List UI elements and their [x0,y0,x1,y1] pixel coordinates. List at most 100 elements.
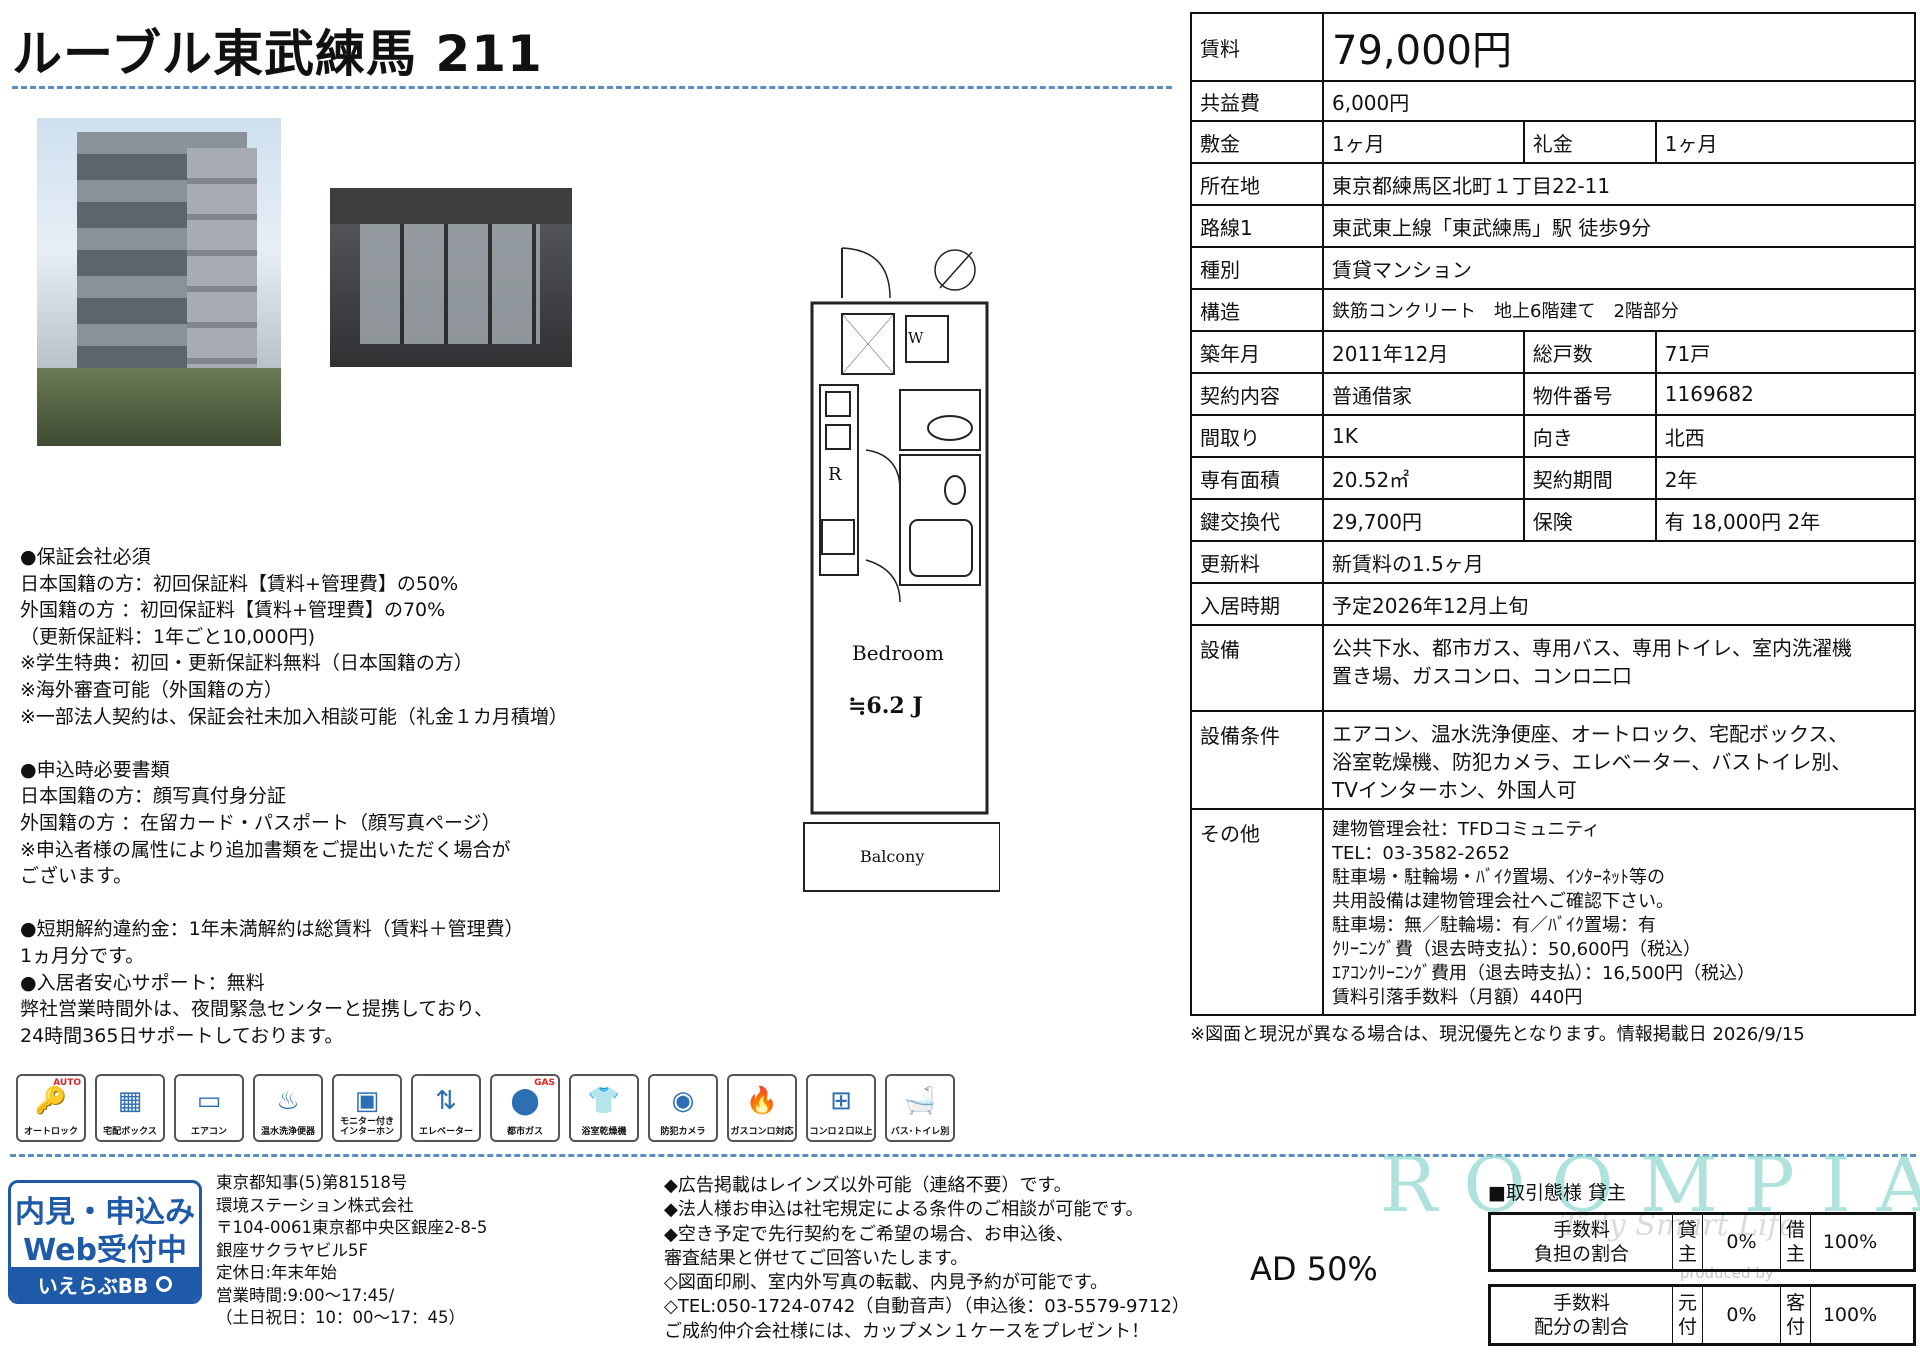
property-spec-table: 賃料 79,000円 共益費 6,000円 敷金 1ヶ月 礼金 1ヶ月 所在地 … [1190,12,1917,1016]
conditions-value: エアコン、温水洗浄便座、オートロック、宅配ボックス、 浴室乾燥機、防犯カメラ、エ… [1322,710,1916,810]
source-agent-percent: 0% [1703,1287,1781,1343]
search-icon [156,1276,173,1292]
tenant-label: 借 主 [1781,1215,1811,1269]
gas-flame-icon: 🔥 [745,1086,779,1116]
amenity-tile: ⊞ コンロ２口以上 [806,1074,876,1142]
trade-type-title: ■取引態様 貸主 [1488,1182,1626,1204]
type-label: 種別 [1190,246,1324,290]
client-agent-percent: 100% [1822,1304,1878,1326]
route-label: 路線1 [1190,204,1324,248]
ierabu-bar: いえらぶBB [11,1267,199,1301]
amenity-label: エレベーター [418,1127,473,1137]
layout-label: 間取り [1190,414,1324,458]
fee-burden-table: 手数料 負担の割合 貸 主 0% 借 主 100% [1488,1212,1916,1272]
units-label: 総戸数 [1522,330,1657,374]
built-label: 築年月 [1190,330,1324,374]
air-conditioner-icon: ▭ [196,1086,222,1116]
structure-value: 鉄筋コンクリート 地上6階建て 2階部分 [1322,288,1916,332]
period-label: 契約期間 [1522,456,1657,500]
area-value: 20.52㎡ [1322,456,1525,500]
amenity-label: モニター付き インターホン [339,1117,394,1137]
amenity-label: オートロック [23,1127,78,1137]
client-agent-label: 客 付 [1781,1287,1811,1343]
amenity-label: 都市ガス [506,1127,543,1137]
amenity-label: 温水洗浄便器 [260,1127,315,1137]
washer-label: W [908,329,924,347]
contract-value: 普通借家 [1322,372,1525,416]
fee-burden-label: 手数料 負担の割合 [1491,1215,1673,1269]
guarantee-and-application-notes: ●保証会社必須 日本国籍の方：初回保証料【賃料+管理費】の50% 外国籍の方 ：… [20,546,568,1047]
layout-value: 1K [1322,414,1525,458]
amenity-tile: ♨ 温水洗浄便器 [253,1074,323,1142]
tenant-percent: 100% [1822,1231,1878,1253]
deposit-label: 敷金 [1190,120,1324,164]
bath-toilet-icon: 🛁 [903,1086,937,1116]
landlord-percent: 0% [1703,1215,1781,1269]
bedroom-label: Bedroom [852,641,944,665]
area-label: 専有面積 [1190,456,1324,500]
conditions-label: 設備条件 [1190,710,1324,810]
amenity-tile: ▭ エアコン [174,1074,244,1142]
landlord-label: 貸 主 [1673,1215,1703,1269]
amenity-label: バス･トイレ別 [890,1127,950,1137]
property-no-value: 1169682 [1654,372,1917,416]
amenity-tile: ⇅ エレベーター [411,1074,481,1142]
key-exchange-value: 29,700円 [1322,498,1525,542]
units-value: 71戸 [1654,330,1917,374]
rent-value: 79,000円 [1322,12,1916,82]
structure-label: 構造 [1190,288,1324,332]
amenity-tile: 🛁 バス･トイレ別 [885,1074,955,1142]
property-title: ルーブル東武練馬 211 [12,25,543,83]
direction-value: 北西 [1654,414,1917,458]
common-fee-value: 6,000円 [1322,80,1916,122]
move-in-label: 入居時期 [1190,582,1324,626]
key-money-label: 礼金 [1522,120,1657,164]
amenity-badge: AUTO [53,1078,81,1088]
built-value: 2011年12月 [1322,330,1525,374]
amenity-label: コンロ２口以上 [809,1127,873,1137]
renewal-value: 新賃料の1.5ヶ月 [1322,540,1916,584]
contract-label: 契約内容 [1190,372,1324,416]
web-badge-line2: Web受付中 [23,1233,187,1268]
route-value: 東武東上線「東武練馬」駅 徒歩9分 [1322,204,1916,248]
other-label: その他 [1190,808,1324,1016]
disclaimer-notice: ※図面と現況が異なる場合は、現況優先となります。情報掲載日 2026/9/15 [1190,1024,1805,1045]
fee-split-table: 手数料 配分の割合 元 付 0% 客 付 100% [1488,1284,1916,1346]
period-value: 2年 [1654,456,1917,500]
bath-dryer-icon: 👕 [587,1086,621,1116]
direction-label: 向き [1522,414,1657,458]
web-application-badge[interactable]: 内見・申込み Web受付中 いえらぶBB [8,1180,202,1304]
delivery-box-icon: ▦ [117,1086,143,1116]
fridge-label: R [828,464,842,485]
security-camera-icon: ◉ [671,1086,695,1116]
address-value: 東京都練馬区北町１丁目22-11 [1322,162,1916,206]
amenity-label: 防犯カメラ [660,1127,706,1137]
amenity-label: ガスコンロ対応 [730,1127,794,1137]
ierabu-label: いえらぶBB [37,1273,149,1298]
type-value: 賃貸マンション [1322,246,1916,290]
property-no-label: 物件番号 [1522,372,1657,416]
washlet-icon: ♨ [276,1086,300,1116]
fee-split-label: 手数料 配分の割合 [1491,1287,1673,1343]
common-fee-label: 共益費 [1190,80,1324,122]
facilities-label: 設備 [1190,624,1324,712]
amenity-label: 浴室乾燥機 [581,1127,627,1137]
elevator-icon: ⇅ [435,1086,457,1116]
amenity-tile: 👕 浴室乾燥機 [569,1074,639,1142]
other-value: 建物管理会社：TFDコミュニティ TEL：03-3582-2652 駐車場・駐輪… [1322,808,1916,1016]
key-money-value: 1ヶ月 [1654,120,1917,164]
deposit-value: 1ヶ月 [1322,120,1525,164]
amenity-badge: GAS [534,1078,555,1088]
amenity-tile: 🔑 AUTO オートロック [16,1074,86,1142]
floor-plan: W R Bedroom ≒6.2 J Balcony [803,247,1000,892]
amenity-tile: ⬤ GAS 都市ガス [490,1074,560,1142]
title-divider [12,86,1172,89]
company-info: 東京都知事(5)第81518号 環境ステーション株式会社 〒104-0061東京… [216,1173,488,1327]
amenity-label: エアコン [190,1127,227,1137]
insurance-value: 有 18,000円 2年 [1654,498,1917,542]
building-exterior-photo [37,118,281,446]
amenity-tile: ◉ 防犯カメラ [648,1074,718,1142]
advertisement-notes: ◆広告掲載はレインズ以外可能（連絡不要）です。 ◆法人様お申込は社宅規定による条… [664,1175,1190,1342]
stove-icon: ⊞ [830,1086,852,1116]
amenity-tile: 🔥 ガスコンロ対応 [727,1074,797,1142]
